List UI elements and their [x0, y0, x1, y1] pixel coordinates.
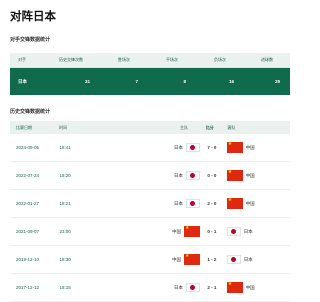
stats-cell-wins: 7: [135, 79, 138, 84]
page-title: 对阵日本: [10, 11, 56, 23]
home-team-name: 日本: [173, 144, 183, 150]
match-date: 2017-12-12: [16, 285, 40, 290]
cn-flag-star: ★: [227, 169, 233, 175]
match-score: 2 - 0: [207, 201, 217, 206]
stats-section-title: 对手交锋数据统计: [10, 37, 51, 43]
home-team: 日本: [152, 171, 200, 180]
stats-table-row: 日本 31 7 8 16 29: [10, 68, 290, 95]
jp-flag-dot: [231, 257, 237, 262]
jp-flag-icon: [185, 171, 200, 180]
history-row: 2024-09-05 18:41 日本 7 - 0 ★ 中国: [10, 134, 290, 162]
cn-flag-star: ★: [227, 141, 233, 147]
stats-table: 对手 历史交锋次数 胜场次 平场次 负场次 进球数 日本 31 7 8 16 2…: [10, 53, 290, 95]
away-team-name: 中国: [245, 144, 255, 150]
match-score: 0 - 0: [207, 173, 217, 178]
stats-header-draws: 平场次: [166, 57, 178, 62]
home-team-name: 中国: [171, 256, 181, 262]
home-team-name: 中国: [171, 228, 181, 234]
jp-flag-icon: [226, 255, 241, 264]
history-header-date: 比赛日期: [16, 124, 32, 130]
jp-flag-icon: [226, 227, 241, 236]
stats-header-opponent: 对手: [18, 57, 26, 62]
away-team: 日本: [224, 255, 290, 264]
history-row: 2021-09-07 23:00 中国 ★ 0 - 1 日本: [10, 218, 290, 246]
match-time: 18:15: [59, 285, 71, 290]
stats-header-wins: 胜场次: [118, 57, 130, 62]
stats-cell-losses: 16: [228, 79, 234, 84]
home-team-name: 日本: [173, 172, 183, 178]
cn-flag-icon: ★: [183, 253, 200, 265]
away-team: ★ 中国: [224, 141, 290, 153]
home-team: 日本: [152, 143, 200, 152]
match-time: 18:30: [59, 257, 71, 262]
match-date: 2022-07-24: [16, 173, 40, 178]
cn-flag-star: ★: [227, 197, 233, 203]
history-header-score: 比分: [205, 124, 214, 130]
match-score: 7 - 0: [207, 145, 217, 150]
match-time: 18:21: [59, 201, 71, 206]
home-team: 日本: [152, 199, 200, 208]
match-date: 2022-01-27: [16, 201, 40, 206]
stats-cell-matches: 31: [84, 79, 90, 84]
cn-flag-star: ★: [227, 281, 233, 287]
jp-flag-icon: [185, 143, 200, 152]
cn-flag-icon: ★: [226, 197, 243, 209]
away-team-name: 中国: [245, 200, 255, 206]
match-time: 18:20: [59, 173, 71, 178]
away-team-name: 中国: [245, 172, 255, 178]
jp-flag-dot: [190, 285, 196, 290]
jp-flag-dot: [190, 173, 196, 178]
match-score: 2 - 1: [207, 285, 217, 290]
match-date: 2019-12-10: [16, 257, 40, 262]
stats-cell-draws: 8: [183, 79, 186, 84]
away-team: ★ 中国: [224, 281, 290, 293]
history-row: 2022-07-24 18:20 日本 0 - 0 ★ 中国: [10, 162, 290, 190]
away-team: 日本: [224, 227, 290, 236]
away-team-name: 日本: [243, 228, 253, 234]
history-header-away: 客队: [227, 124, 236, 130]
away-team: ★ 中国: [224, 197, 290, 209]
history-table-body: 2024-09-05 18:41 日本 7 - 0 ★ 中国 2022-07-24 18:20…: [10, 134, 290, 302]
home-team: 日本: [152, 283, 200, 292]
jp-flag-icon: [185, 199, 200, 208]
history-table-header: 比赛日期 时间 主队 比分 客队: [10, 121, 290, 134]
history-table: 比赛日期 时间 主队 比分 客队 2024-09-05 18:41 日本 7 - 0 ★…: [10, 121, 290, 302]
history-header-home: 主队: [180, 124, 188, 130]
stats-table-header: 对手 历史交锋次数 胜场次 平场次 负场次 进球数: [10, 53, 290, 68]
match-date: 2021-09-07: [16, 229, 40, 234]
stats-header-matches: 历史交锋次数: [59, 57, 83, 62]
match-score: 0 - 1: [207, 229, 217, 234]
jp-flag-dot: [190, 145, 196, 150]
stats-cell-opponent: 日本: [18, 78, 27, 84]
page-content: 对阵日本 对手交锋数据统计 对手 历史交锋次数 胜场次 平场次 负场次 进球数 …: [0, 0, 300, 302]
cn-flag-icon: ★: [226, 169, 243, 181]
away-team: ★ 中国: [224, 169, 290, 181]
cn-flag-star: ★: [184, 253, 190, 259]
away-team-name: 中国: [245, 284, 255, 290]
match-time: 18:41: [59, 145, 71, 150]
jp-flag-icon: [185, 283, 200, 292]
jp-flag-dot: [190, 201, 196, 206]
history-row: 2019-12-10 18:30 中国 ★ 1 - 2 日本: [10, 246, 290, 274]
home-team: 中国 ★: [152, 225, 200, 237]
history-row: 2017-12-12 18:15 日本 2 - 1 ★ 中国: [10, 274, 290, 302]
home-team-name: 日本: [173, 200, 183, 206]
cn-flag-icon: ★: [226, 141, 243, 153]
match-date: 2024-09-05: [16, 145, 40, 150]
cn-flag-icon: ★: [183, 225, 200, 237]
stats-header-losses: 负场次: [214, 57, 226, 62]
home-team-name: 日本: [173, 284, 183, 290]
history-row: 2022-01-27 18:21 日本 2 - 0 ★ 中国: [10, 190, 290, 218]
away-team-name: 日本: [243, 256, 253, 262]
history-header-time: 时间: [59, 124, 67, 130]
match-score: 1 - 2: [207, 257, 217, 262]
stats-header-goals: 进球数: [261, 57, 273, 62]
match-time: 23:00: [59, 229, 71, 234]
cn-flag-icon: ★: [226, 281, 243, 293]
jp-flag-dot: [231, 229, 237, 234]
history-section-title: 历史交锋数据统计: [10, 109, 51, 115]
home-team: 中国 ★: [152, 253, 200, 265]
stats-cell-goals: 29: [274, 79, 280, 84]
cn-flag-star: ★: [184, 225, 190, 231]
